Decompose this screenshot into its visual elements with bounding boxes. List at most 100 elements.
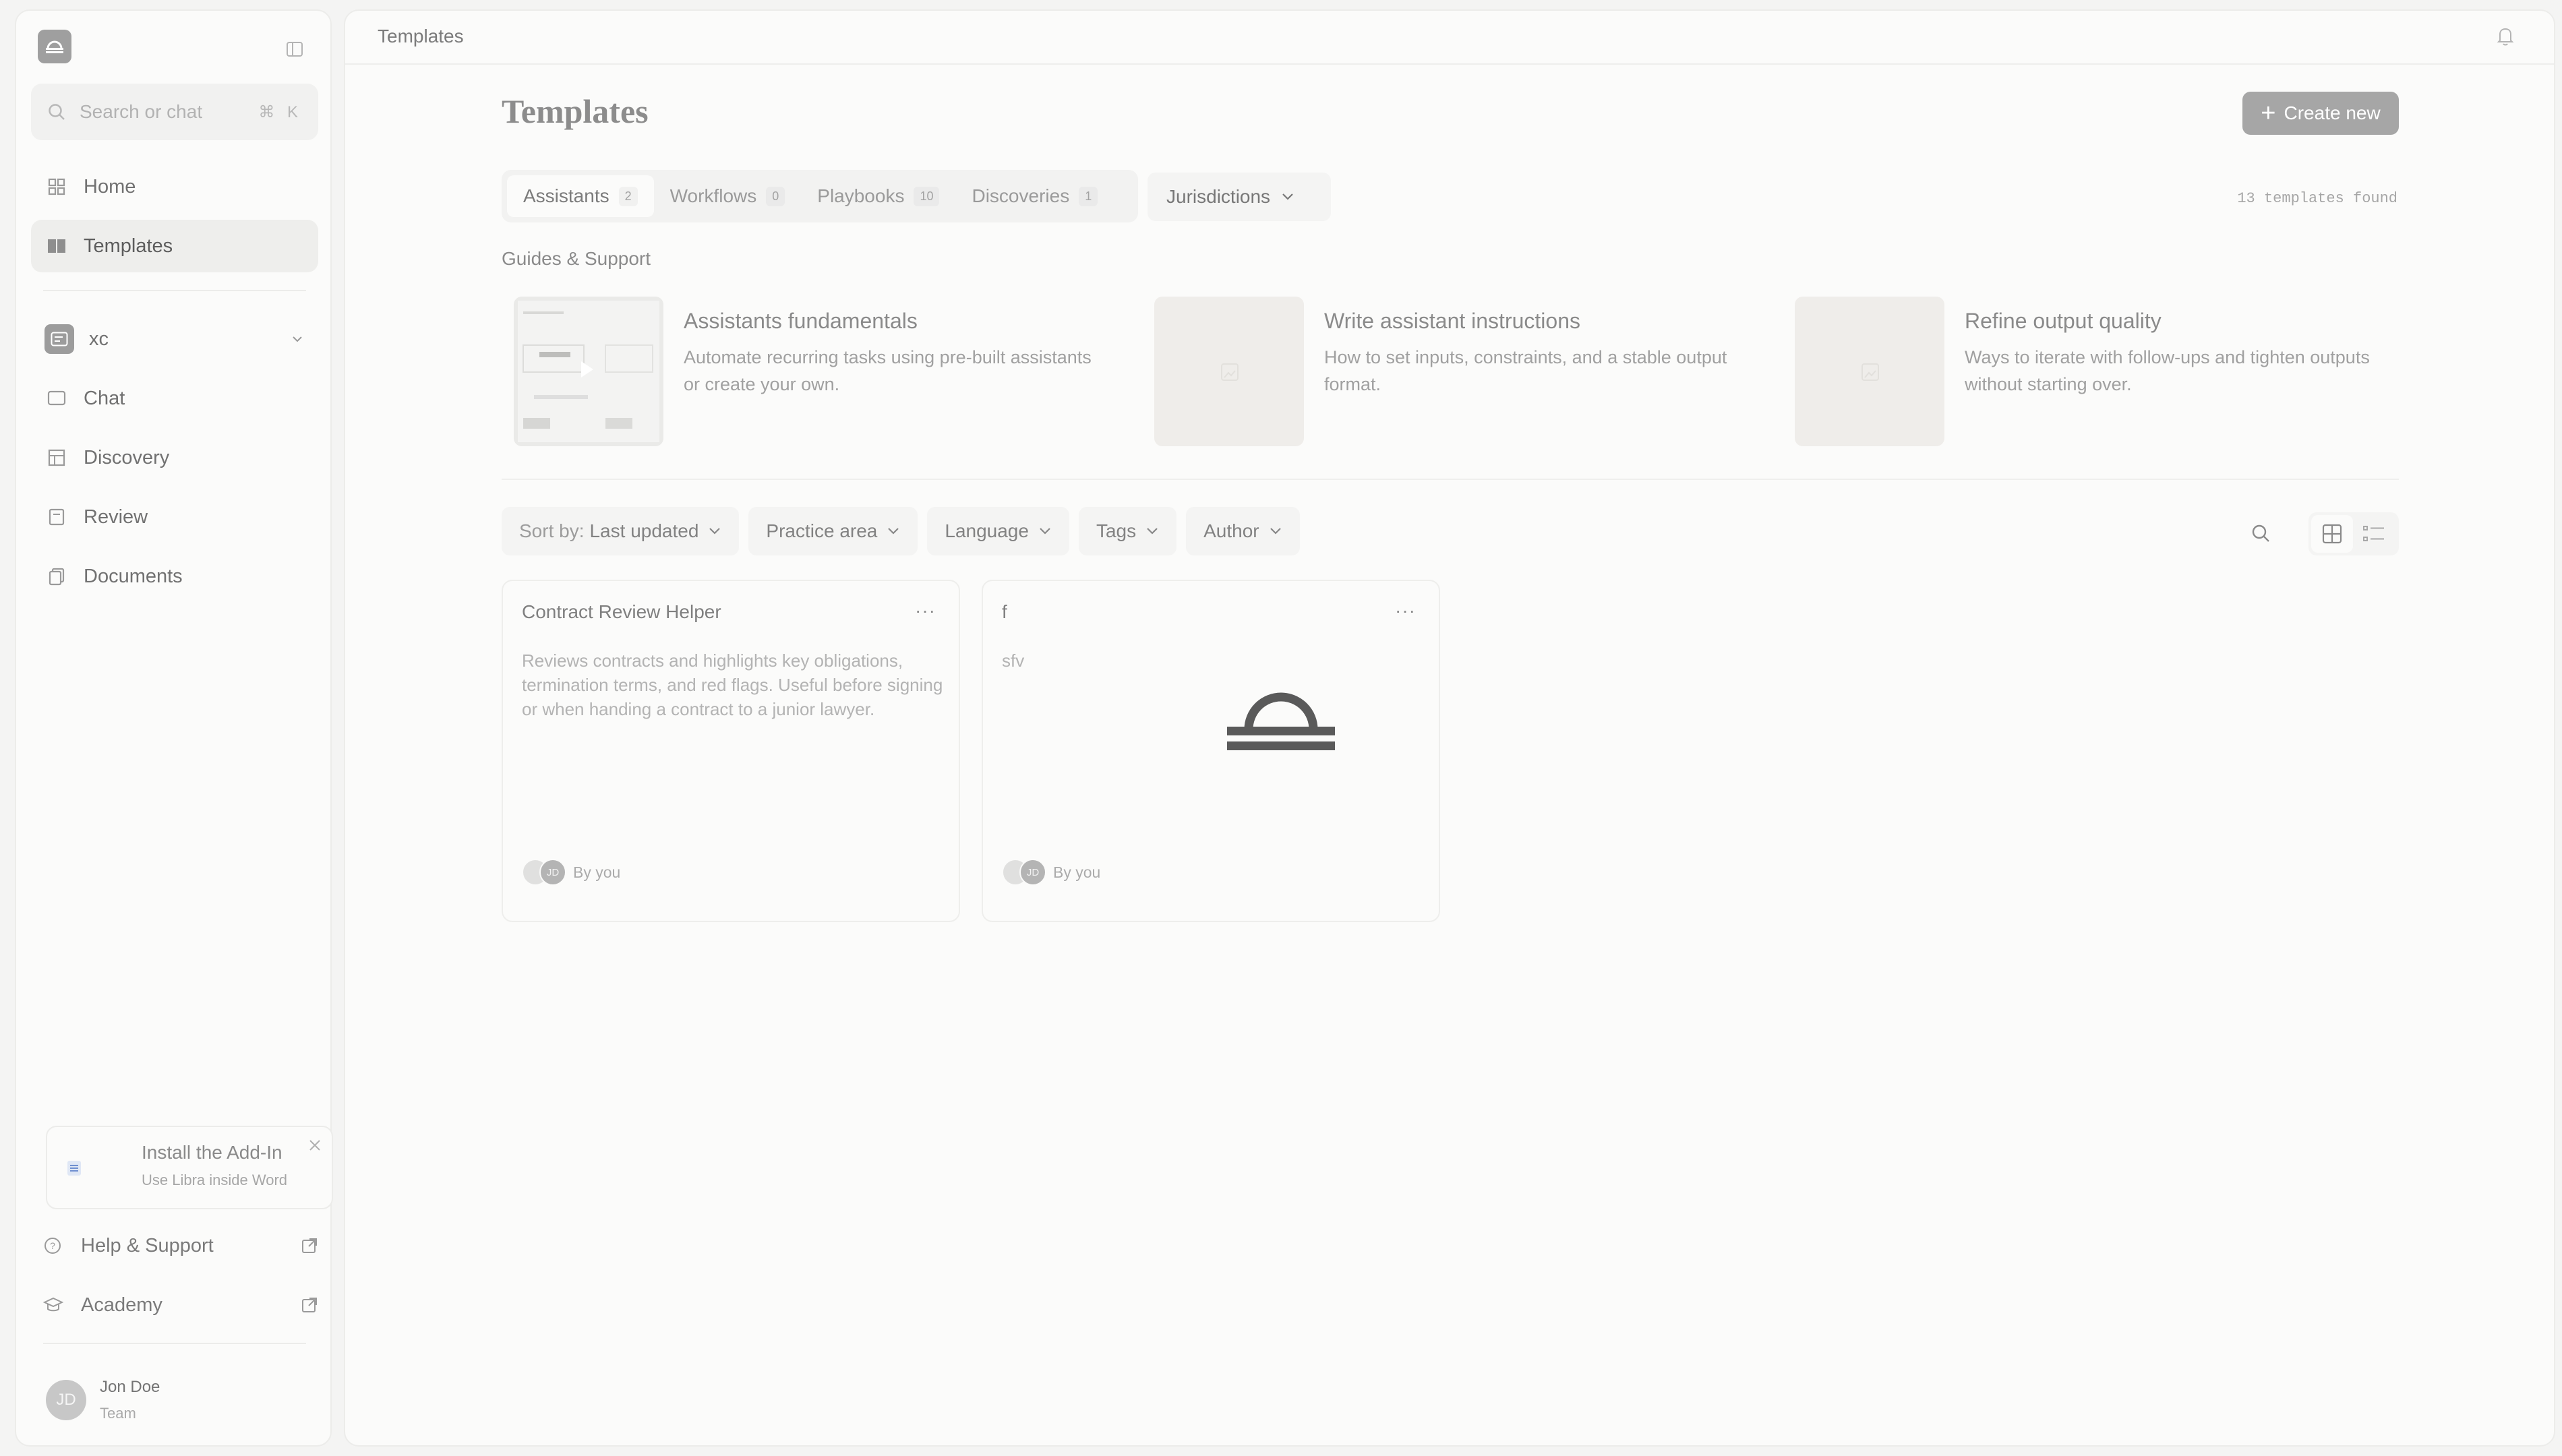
- app-logo[interactable]: [38, 30, 71, 63]
- template-card[interactable]: f ··· sfv JD By you: [982, 580, 1440, 922]
- section-divider: [502, 479, 2399, 480]
- template-card[interactable]: Contract Review Helper ··· Reviews contr…: [502, 580, 960, 922]
- guide-title: Refine output quality: [1965, 309, 2162, 333]
- jurisdictions-dropdown[interactable]: Jurisdictions: [1148, 173, 1331, 221]
- bell-icon[interactable]: [2495, 24, 2516, 47]
- link-label: Help & Support: [81, 1234, 214, 1256]
- discovery-icon: [44, 446, 69, 470]
- card-description: sfv: [1002, 650, 1025, 671]
- image-icon: [1861, 363, 1879, 381]
- guide-description: How to set inputs, constraints, and a st…: [1324, 347, 1727, 394]
- sidebar: Search or chat ⌘ K Home Templates xc Cha…: [15, 9, 333, 1447]
- list-view-button[interactable]: [2353, 515, 2395, 553]
- review-icon: [44, 505, 69, 529]
- sidebar-item-discovery[interactable]: Discovery: [31, 431, 318, 484]
- tab-label: Assistants: [523, 185, 609, 206]
- user-team: Team: [100, 1405, 136, 1422]
- chevron-down-icon: [709, 528, 721, 535]
- more-options-icon[interactable]: ···: [915, 600, 936, 621]
- academy-icon: [43, 1296, 67, 1314]
- tab-assistants[interactable]: Assistants 2: [507, 175, 654, 217]
- guide-card-write-instructions[interactable]: Write assistant instructions How to set …: [1154, 297, 1761, 446]
- collapse-sidebar-icon[interactable]: [286, 40, 303, 58]
- create-new-label: Create new: [2284, 102, 2381, 123]
- grid-view-button[interactable]: [2311, 515, 2353, 553]
- sort-value: Last updated: [589, 520, 699, 541]
- guide-card-refine-output[interactable]: Refine output quality Ways to iterate wi…: [1795, 297, 2402, 446]
- help-support-link[interactable]: ? Help & Support: [43, 1225, 324, 1266]
- close-icon[interactable]: [307, 1138, 322, 1153]
- plus-icon: +: [2261, 99, 2276, 127]
- workspace-name: xc: [89, 328, 109, 350]
- guide-card-assistants-fundamentals[interactable]: Assistants fundamentals Automate recurri…: [514, 297, 1121, 446]
- filter-label: Author: [1203, 520, 1259, 541]
- sidebar-item-label: Discovery: [84, 446, 170, 468]
- tab-count: 10: [914, 186, 940, 206]
- templates-icon: [44, 234, 69, 258]
- author-label: By you: [1053, 863, 1101, 881]
- view-toggle: [2308, 512, 2399, 555]
- image-placeholder: [1795, 297, 1944, 446]
- tab-count: 2: [618, 186, 638, 206]
- card-title: f: [1002, 601, 1007, 622]
- main-panel: Templates Templates + Create new Assista…: [344, 9, 2555, 1447]
- addin-title: Install the Add-In: [142, 1142, 282, 1163]
- practice-area-filter[interactable]: Practice area: [748, 507, 918, 555]
- tab-label: Discoveries: [972, 185, 1070, 206]
- chat-icon: [44, 386, 69, 411]
- workspace-icon: [44, 324, 74, 354]
- tags-filter[interactable]: Tags: [1078, 507, 1177, 555]
- sidebar-divider: [43, 290, 306, 291]
- workspace-switcher[interactable]: xc: [31, 313, 318, 365]
- academy-link[interactable]: Academy: [43, 1285, 324, 1325]
- sidebar-item-label: Review: [84, 506, 148, 528]
- addin-subtitle: Use Libra inside Word: [142, 1172, 288, 1188]
- home-icon: [44, 175, 69, 199]
- tab-label: Playbooks: [817, 185, 905, 206]
- sidebar-item-chat[interactable]: Chat: [31, 372, 318, 425]
- filter-bar: Sort by: Last updated Practice area Lang…: [502, 507, 1309, 555]
- chevron-down-icon: [291, 335, 303, 343]
- chevron-down-icon: [1270, 528, 1281, 535]
- addin-promo[interactable]: Install the Add-In Use Libra inside Word: [46, 1126, 333, 1209]
- guide-title: Write assistant instructions: [1324, 309, 1580, 333]
- chevron-down-icon: [1147, 528, 1158, 535]
- image-icon: [1221, 363, 1239, 381]
- external-link-icon: [301, 1296, 318, 1314]
- video-thumbnail: [514, 297, 663, 446]
- card-author: JD By you: [1002, 859, 1100, 886]
- guide-description: Automate recurring tasks using pre-built…: [684, 347, 1092, 394]
- search-input[interactable]: Search or chat ⌘ K: [31, 84, 318, 140]
- topbar: Templates: [345, 11, 2554, 65]
- external-link-icon: [301, 1237, 318, 1254]
- image-placeholder: [1154, 297, 1304, 446]
- link-label: Academy: [81, 1294, 162, 1316]
- sidebar-item-label: Chat: [84, 387, 125, 409]
- sidebar-item-review[interactable]: Review: [31, 491, 318, 543]
- avatar: JD: [46, 1380, 86, 1420]
- more-options-icon[interactable]: ···: [1395, 600, 1416, 621]
- sidebar-item-label: Documents: [84, 565, 183, 587]
- sidebar-item-templates[interactable]: Templates: [31, 220, 318, 272]
- svg-text:?: ?: [50, 1240, 55, 1251]
- documents-icon: [44, 564, 69, 588]
- card-description: Reviews contracts and highlights key obl…: [522, 650, 943, 719]
- search-icon[interactable]: [2251, 523, 2271, 543]
- author-filter[interactable]: Author: [1186, 507, 1300, 555]
- sidebar-divider: [43, 1343, 306, 1344]
- tab-playbooks[interactable]: Playbooks 10: [801, 175, 955, 217]
- card-title: Contract Review Helper: [522, 601, 721, 622]
- grid-icon: [2322, 524, 2342, 544]
- chevron-down-icon: [1040, 528, 1050, 535]
- tab-workflows[interactable]: Workflows 0: [654, 175, 802, 217]
- sidebar-item-documents[interactable]: Documents: [31, 550, 318, 603]
- chevron-down-icon: [888, 528, 899, 535]
- user-profile[interactable]: JD Jon Doe Team: [46, 1378, 160, 1422]
- tab-discoveries[interactable]: Discoveries 1: [955, 175, 1114, 217]
- sidebar-item-home[interactable]: Home: [31, 160, 318, 213]
- language-filter[interactable]: Language: [927, 507, 1069, 555]
- create-new-button[interactable]: + Create new: [2242, 92, 2399, 135]
- sort-dropdown[interactable]: Sort by: Last updated: [502, 507, 740, 555]
- help-icon: ?: [43, 1236, 67, 1255]
- filter-label: Practice area: [766, 520, 878, 541]
